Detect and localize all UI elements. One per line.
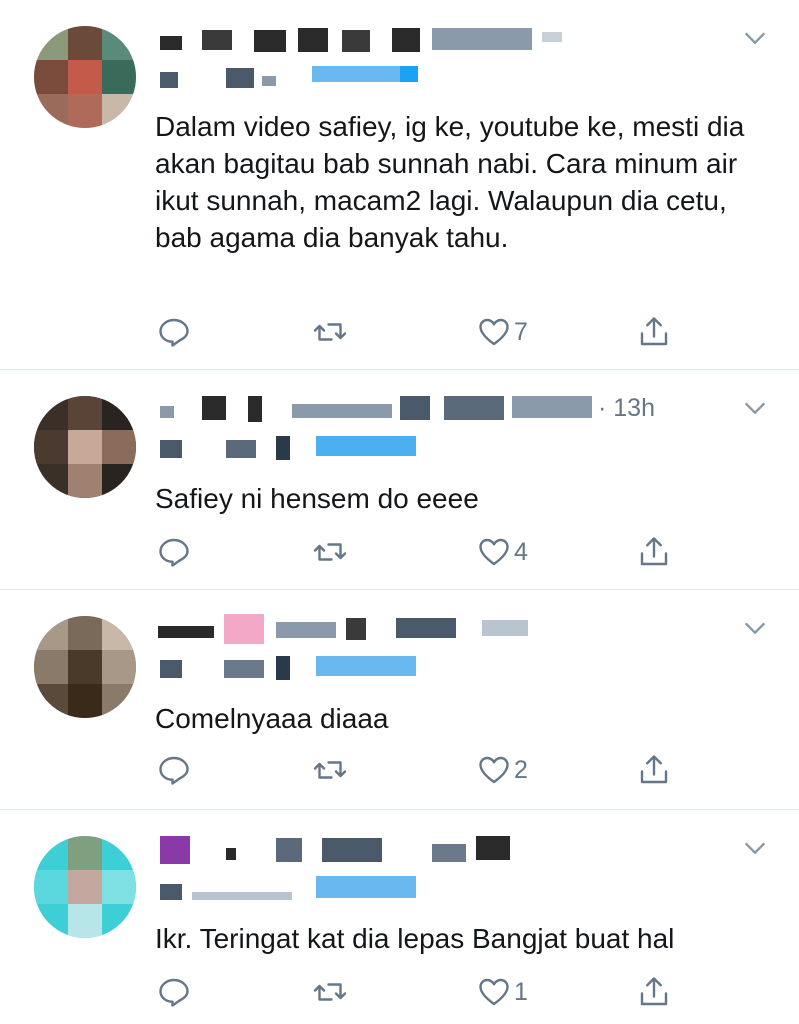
reply-button[interactable] [156, 312, 192, 352]
reply-button[interactable] [156, 750, 192, 790]
reply-button[interactable] [156, 972, 192, 1012]
avatar[interactable] [34, 396, 136, 498]
avatar[interactable] [34, 836, 136, 938]
chevron-down-icon[interactable] [741, 24, 769, 52]
replying-to-redacted [156, 432, 576, 462]
author-name-redacted[interactable] [156, 22, 736, 56]
share-icon [640, 977, 668, 1006]
share-button[interactable] [636, 972, 672, 1012]
tweet-timestamp[interactable]: · 13h [598, 394, 655, 423]
like-icon [479, 538, 509, 566]
reply-button[interactable] [156, 532, 192, 572]
tweet[interactable]: Ikr. Teringat kat dia lepas Bangjat buat… [0, 810, 799, 1024]
retweet-icon [313, 761, 347, 779]
tweet-actions: 2 [156, 750, 686, 790]
tweet-actions: 4 [156, 532, 686, 572]
share-button[interactable] [636, 532, 672, 572]
avatar[interactable] [34, 26, 136, 128]
retweet-icon [313, 543, 347, 561]
retweet-button[interactable] [312, 532, 348, 572]
like-count: 2 [514, 755, 528, 784]
tweet-actions: 7 [156, 312, 686, 352]
share-icon [640, 317, 668, 346]
like-icon [479, 978, 509, 1006]
like-button[interactable]: 4 [476, 532, 528, 572]
tweet-text: Dalam video safiey, ig ke, youtube ke, m… [155, 111, 745, 253]
tweet[interactable]: Dalam video safiey, ig ke, youtube ke, m… [0, 0, 799, 370]
tweet-text: Ikr. Teringat kat dia lepas Bangjat buat… [155, 923, 675, 954]
like-icon [479, 318, 509, 346]
retweet-button[interactable] [312, 312, 348, 352]
share-icon [640, 755, 668, 784]
chevron-down-icon[interactable] [741, 394, 769, 422]
author-name-redacted[interactable] [156, 612, 736, 646]
retweet-icon [313, 323, 347, 341]
chevron-down-icon[interactable] [741, 614, 769, 642]
replying-to-redacted [156, 872, 576, 902]
retweet-button[interactable] [312, 972, 348, 1012]
like-count: 4 [514, 537, 528, 566]
like-button[interactable]: 1 [476, 972, 528, 1012]
reply-icon [159, 318, 189, 347]
like-icon [479, 756, 509, 784]
like-button[interactable]: 7 [476, 312, 528, 352]
tweet-text: Safiey ni hensem do eeee [155, 483, 479, 514]
author-name-redacted[interactable] [156, 832, 736, 866]
reply-icon [159, 978, 189, 1007]
like-count: 1 [514, 977, 528, 1006]
chevron-down-icon[interactable] [741, 834, 769, 862]
tweet[interactable]: Comelnyaaa diaaa 2 [0, 590, 799, 810]
retweet-button[interactable] [312, 750, 348, 790]
reply-icon [159, 756, 189, 785]
replying-to-redacted [156, 62, 576, 92]
retweet-icon [313, 983, 347, 1001]
share-button[interactable] [636, 312, 672, 352]
like-count: 7 [514, 317, 528, 346]
avatar[interactable] [34, 616, 136, 718]
share-button[interactable] [636, 750, 672, 790]
tweet[interactable]: · 13h Safiey ni hensem do eeee 4 [0, 370, 799, 590]
tweet-text: Comelnyaaa diaaa [155, 703, 389, 734]
like-button[interactable]: 2 [476, 750, 528, 790]
reply-icon [159, 538, 189, 567]
replying-to-redacted [156, 652, 576, 682]
tweet-actions: 1 [156, 972, 686, 1012]
share-icon [640, 537, 668, 566]
